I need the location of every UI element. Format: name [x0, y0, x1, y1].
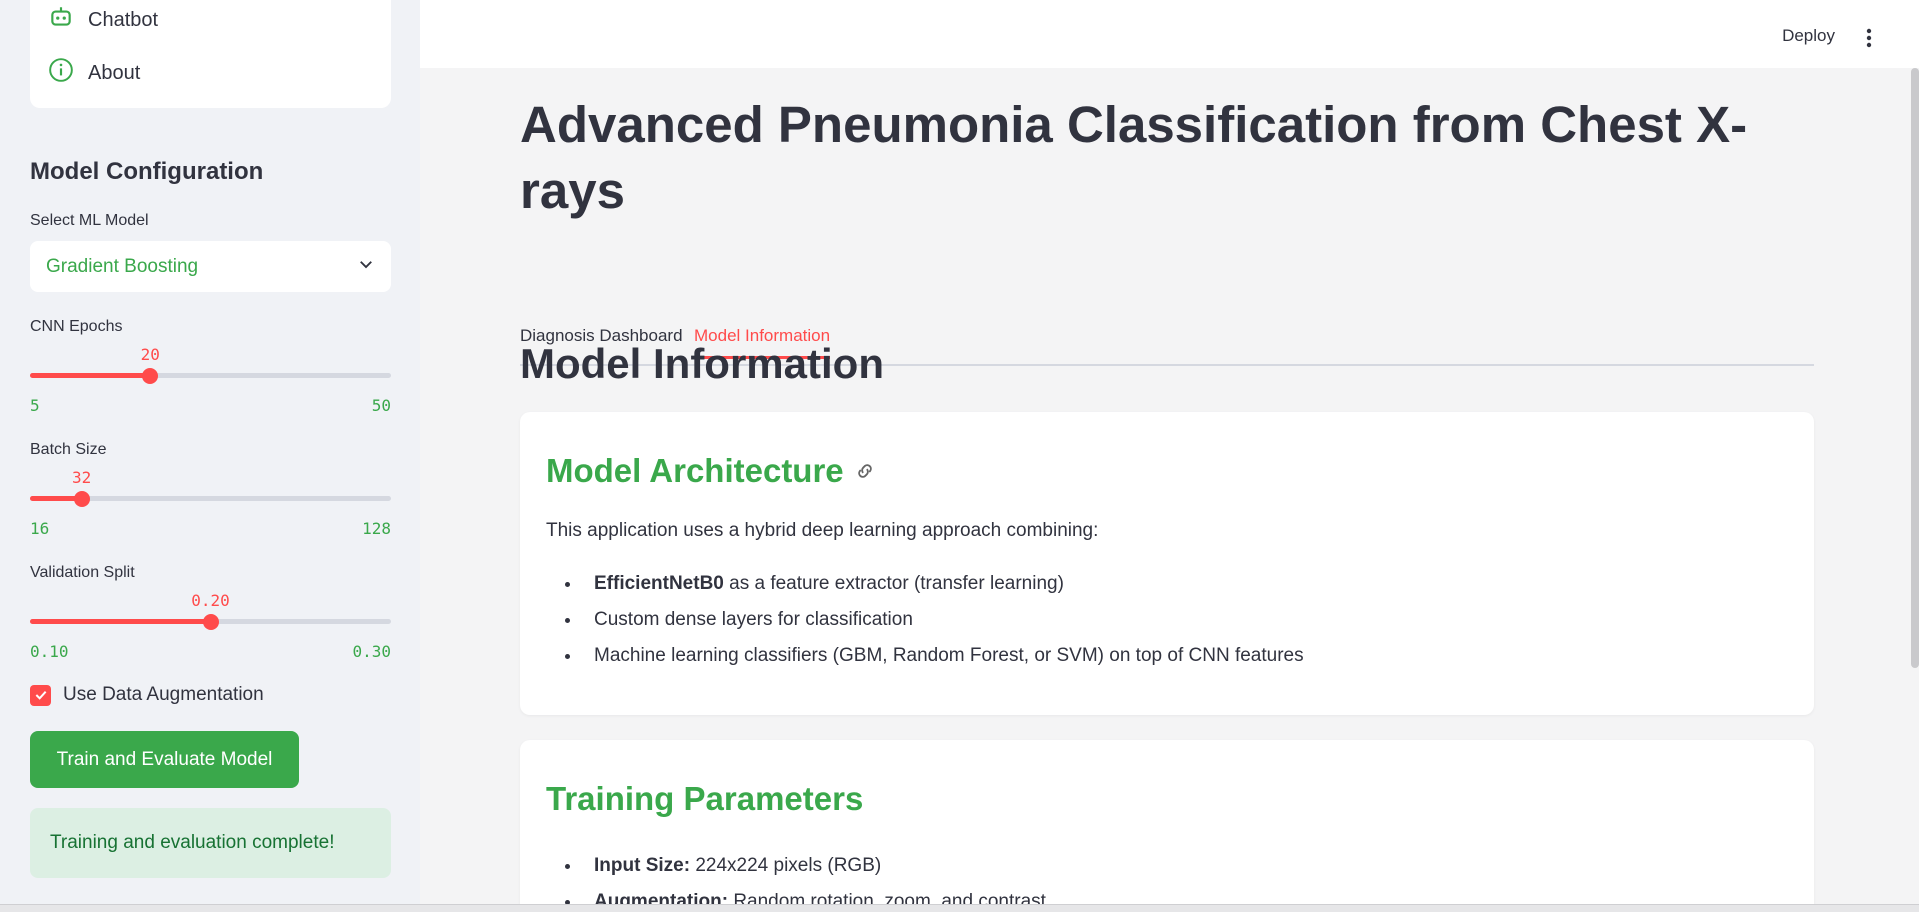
success-alert: Training and evaluation complete! — [30, 808, 391, 878]
epochs-slider[interactable]: 20 5 50 — [30, 335, 391, 415]
training-list: Input Size: 224x224 pixels (RGB) Augment… — [582, 848, 1046, 912]
scrollbar[interactable] — [1911, 68, 1919, 668]
slider-value: 20 — [140, 345, 160, 364]
architecture-card: Model Architecture This application uses… — [520, 412, 1814, 715]
slider-fill — [30, 373, 151, 378]
slider-min: 0.10 — [30, 642, 69, 661]
list-item: Machine learning classifiers (GBM, Rando… — [582, 638, 1304, 674]
architecture-heading: Model Architecture — [546, 452, 876, 490]
training-card: Training Parameters Input Size: 224x224 … — [520, 740, 1814, 912]
slider-max: 128 — [362, 519, 391, 538]
link-icon[interactable] — [854, 452, 876, 490]
section-heading: Model Information — [520, 340, 884, 387]
nav-item-label: Chatbot — [88, 8, 159, 31]
main-content: Advanced Pneumonia Classification from C… — [420, 68, 1919, 912]
section-title: Model Configuration — [30, 158, 264, 185]
slider-max: 0.30 — [352, 642, 391, 661]
architecture-intro: This application uses a hybrid deep lear… — [546, 520, 1099, 541]
slider-max: 50 — [371, 396, 391, 415]
nav-card: Chatbot About — [30, 0, 391, 108]
architecture-heading-text: Model Architecture — [546, 452, 844, 489]
deploy-button[interactable]: Deploy — [1782, 26, 1835, 46]
robot-icon — [48, 4, 74, 36]
slider-thumb[interactable] — [142, 368, 159, 384]
train-evaluate-button[interactable]: Train and Evaluate Model — [30, 731, 299, 788]
slider-fill — [30, 619, 211, 624]
more-options-icon[interactable] — [1859, 26, 1879, 50]
checkbox-checked-icon[interactable] — [30, 684, 51, 706]
nav-item-chatbot[interactable]: Chatbot — [48, 4, 158, 36]
epochs-label: CNN Epochs — [30, 318, 123, 335]
model-select-value: Gradient Boosting — [46, 255, 199, 277]
top-bar: Deploy — [420, 0, 1919, 68]
training-heading: Training Parameters — [546, 780, 864, 817]
slider-value: 32 — [71, 468, 92, 487]
page-title: Advanced Pneumonia Classification from C… — [520, 96, 1748, 219]
info-icon — [48, 57, 74, 89]
slider-thumb[interactable] — [73, 491, 90, 507]
model-select[interactable]: Gradient Boosting — [30, 241, 391, 292]
nav-item-about[interactable]: About — [48, 57, 140, 89]
validation-split-label: Validation Split — [30, 564, 135, 581]
validation-split-slider[interactable]: 0.20 0.10 0.30 — [30, 581, 391, 661]
batch-size-slider[interactable]: 32 16 128 — [30, 458, 391, 538]
success-message: Training and evaluation complete! — [50, 832, 335, 853]
slider-min: 16 — [30, 519, 50, 538]
batch-size-label: Batch Size — [30, 441, 107, 458]
slider-value: 0.20 — [191, 591, 230, 610]
bottom-bar — [0, 904, 1919, 912]
nav-item-label: About — [88, 61, 141, 84]
augmentation-checkbox[interactable]: Use Data Augmentation — [30, 684, 264, 706]
chevron-down-icon — [357, 255, 375, 278]
architecture-list: EfficientNetB0 as a feature extractor (t… — [582, 566, 1304, 674]
list-item: Custom dense layers for classification — [582, 602, 1304, 638]
slider-thumb[interactable] — [202, 614, 219, 630]
sidebar: Chatbot About Model Configuration Select… — [0, 0, 420, 912]
list-item: Input Size: 224x224 pixels (RGB) — [582, 848, 1046, 884]
checkbox-label: Use Data Augmentation — [63, 684, 264, 705]
model-select-label: Select ML Model — [30, 212, 149, 229]
slider-min: 5 — [30, 396, 40, 415]
list-item: EfficientNetB0 as a feature extractor (t… — [582, 566, 1304, 602]
